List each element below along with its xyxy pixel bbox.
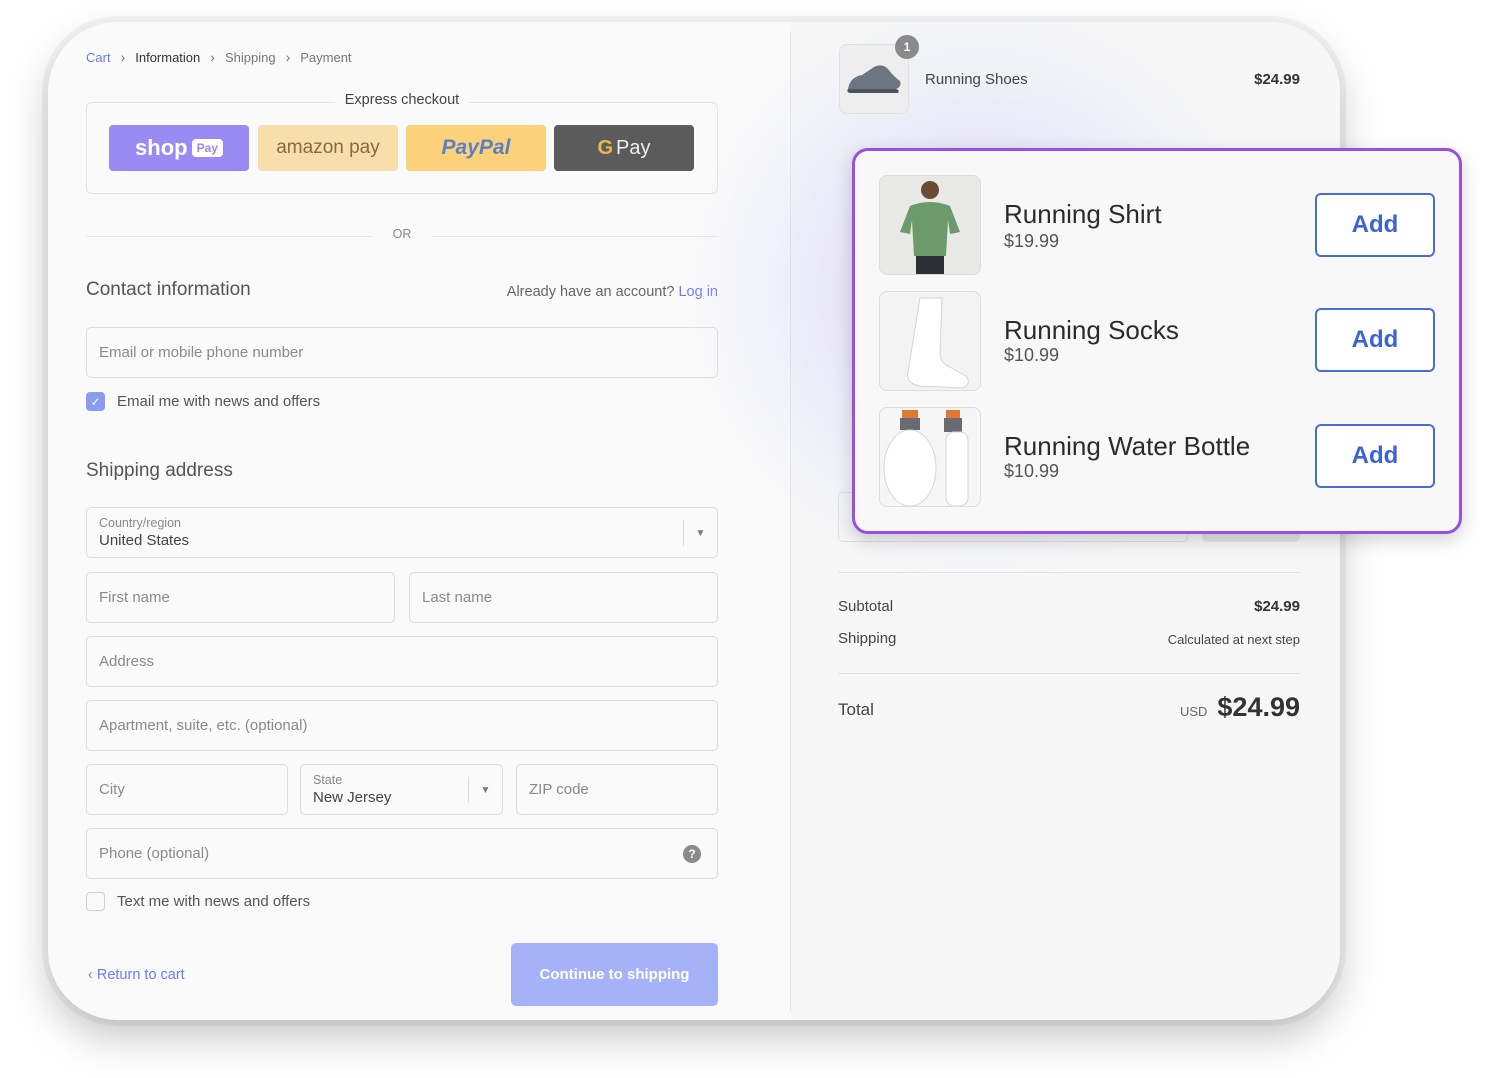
chevron-right-icon: › [210,49,215,65]
country-select[interactable]: Country/region United States ▼ [86,507,718,558]
address-placeholder: Address [99,653,155,670]
quantity-badge: 1 [895,35,919,59]
upsell-item-price: $19.99 [1004,231,1060,251]
paypal-logo: PayPal [441,136,511,159]
total-amount: USD $24.99 [1180,692,1300,723]
running-shirt-image [879,175,981,275]
shipping-value: Calculated at next step [1167,632,1300,647]
running-water-bottle-image [879,407,981,507]
upsell-item-price: $10.99 [1004,345,1060,365]
first-name-placeholder: First name [99,589,170,606]
total-label: Total [838,700,874,719]
paypal-button[interactable]: PayPal [406,125,546,171]
summary-divider [838,572,1300,573]
breadcrumb-shipping: Shipping [224,49,276,65]
login-hint: Already have an account? Log in [507,284,718,300]
chevron-right-icon: › [120,49,126,65]
first-name-field[interactable]: First name [86,572,395,623]
phone-placeholder: Phone (optional) [99,845,210,862]
amazon-pay-button[interactable]: amazon pay [258,125,398,171]
shop-pay-logo: shop [135,135,188,160]
breadcrumb-cart[interactable]: Cart [86,50,111,65]
chevron-right-icon: › [285,49,291,65]
address-field[interactable]: Address [86,636,718,687]
state-label: State [313,773,343,787]
item-price: $24.99 [1254,71,1300,88]
apartment-field[interactable]: Apartment, suite, etc. (optional) [86,700,718,751]
sock-icon [880,292,980,390]
city-placeholder: City [99,781,125,798]
subtotal-label: Subtotal [838,598,894,615]
zip-field[interactable]: ZIP code [516,764,718,815]
summary-divider [838,673,1300,674]
upsell-popup: Running Shirt $19.99 Add Running Socks $… [852,148,1462,534]
google-g-icon: G [597,136,614,159]
breadcrumb: Cart › Information › Shipping › Payment [86,49,352,65]
return-to-cart-label: Return to cart [96,967,185,983]
express-checkout-title: Express checkout [86,92,718,108]
country-value: United States [99,532,190,549]
country-label: Country/region [99,516,181,530]
login-hint-text: Already have an account? [506,284,675,300]
or-divider: OR [86,227,718,245]
shop-pay-button[interactable]: shop Pay [109,125,249,171]
contact-section-title: Contact information [86,279,251,300]
upsell-item-name: Running Socks [1004,315,1179,345]
running-socks-image [879,291,981,391]
checkout-form-panel: Cart › Information › Shipping › Payment … [48,22,790,1020]
chevron-left-icon: ‹ [88,967,97,983]
subtotal-value: $24.99 [1254,598,1300,615]
last-name-placeholder: Last name [422,589,493,606]
upsell-item-price: $10.99 [1004,461,1060,481]
amazon-pay-logo: amazon pay [276,137,380,158]
phone-field[interactable]: Phone (optional) ? [86,828,718,879]
shipping-section-title: Shipping address [86,460,233,481]
total-value: $24.99 [1217,692,1300,722]
add-running-water-bottle-button[interactable]: Add [1315,424,1435,488]
upsell-item-name: Running Shirt [1004,199,1162,229]
add-running-shirt-button[interactable]: Add [1315,193,1435,257]
email-field[interactable]: Email or mobile phone number [86,327,718,378]
upsell-item: Running Shirt $19.99 Add [879,175,1439,277]
upsell-item-name: Running Water Bottle [1004,431,1251,461]
add-running-socks-button[interactable]: Add [1315,308,1435,372]
shirt-icon [880,176,980,274]
chevron-down-icon: ▼ [683,520,717,546]
google-pay-label: Pay [616,136,651,159]
apartment-placeholder: Apartment, suite, etc. (optional) [99,717,308,734]
chevron-down-icon: ▼ [468,777,502,803]
return-to-cart-link[interactable]: ‹ Return to cart [88,967,185,983]
or-label: OR [392,227,412,241]
help-icon[interactable]: ? [683,845,701,863]
continue-to-shipping-button[interactable]: Continue to shipping [511,943,718,1006]
email-placeholder: Email or mobile phone number [99,344,304,361]
upsell-item: Running Water Bottle $10.99 Add [879,407,1439,509]
last-name-field[interactable]: Last name [409,572,718,623]
divider-line [432,236,718,237]
checkmark-icon: ✓ [90,394,101,409]
water-bottle-icon [880,408,980,506]
google-pay-button[interactable]: G Pay [554,125,694,171]
text-opt-in-checkbox[interactable] [86,892,105,911]
item-name: Running Shoes [925,71,1028,88]
state-value: New Jersey [313,789,392,806]
city-field[interactable]: City [86,764,288,815]
email-opt-in-checkbox[interactable]: ✓ [86,392,105,411]
breadcrumb-information: Information [135,49,201,65]
shipping-label: Shipping [838,630,897,647]
text-opt-in-label: Text me with news and offers [117,893,311,910]
shop-pay-pill: Pay [191,139,223,157]
email-opt-in-label: Email me with news and offers [117,393,321,410]
shoe-icon [847,65,901,93]
state-select[interactable]: State New Jersey ▼ [300,764,503,815]
zip-placeholder: ZIP code [529,781,589,798]
currency-code: USD [1179,704,1208,719]
upsell-item: Running Socks $10.99 Add [879,291,1439,393]
breadcrumb-payment: Payment [300,49,352,65]
